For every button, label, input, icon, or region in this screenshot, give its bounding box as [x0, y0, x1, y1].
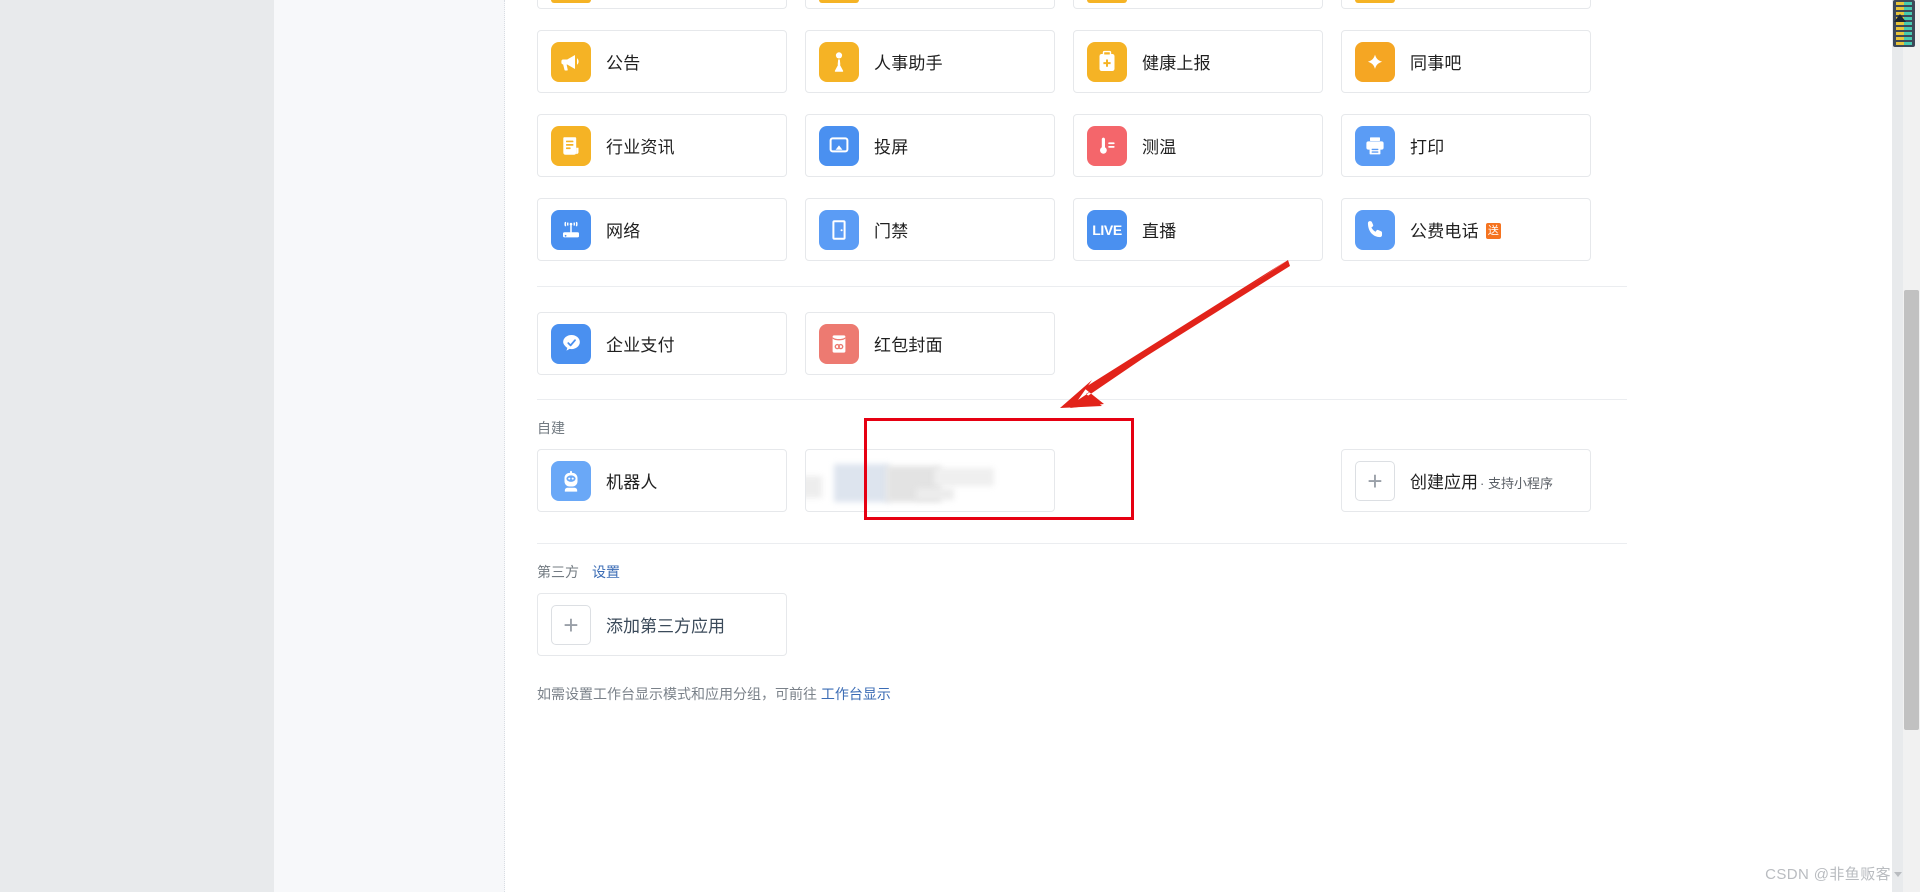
app-card-renshizhushou[interactable]: 人事助手 [805, 30, 1055, 93]
create-app-label: 创建应用 · 支持小程序 [1410, 468, 1553, 493]
divider [537, 399, 1627, 400]
app-label: 健康上报 [1142, 54, 1211, 73]
redacted-blur [806, 476, 822, 498]
watermark: CSDN @非鱼贩客 [1765, 863, 1902, 884]
workbench-display-link[interactable]: 工作台显示 [821, 686, 891, 702]
red-packet-icon [819, 323, 859, 364]
door-icon [819, 209, 859, 250]
clipboard-plus-icon [1087, 41, 1127, 82]
app-card-qiyezhifu[interactable]: 企业支付 [537, 312, 787, 375]
partial-icon-stub [551, 0, 591, 3]
footer-note: 如需设置工作台显示模式和应用分组，可前往 工作台显示 [537, 684, 1892, 704]
self-built-section-title: 自建 [537, 420, 565, 436]
divider [537, 286, 1627, 287]
create-app-button[interactable]: + 创建应用 · 支持小程序 [1341, 449, 1591, 512]
app-grid: 公告 人事助手 健康上报 同事吧 行业资讯 投屏 测温 打印 网络 门禁 LIV… [537, 30, 1627, 261]
partial-card[interactable] [537, 0, 787, 9]
plus-icon: + [1355, 460, 1395, 501]
third-party-grid: + 添加第三方应用 [537, 593, 1627, 656]
app-card-gongfeidianhua[interactable]: 公费电话送 [1341, 198, 1591, 261]
app-label: 行业资讯 [606, 138, 675, 157]
app-label: 机器人 [606, 473, 658, 492]
app-card-tongshiba[interactable]: 同事吧 [1341, 30, 1591, 93]
partial-top-row [537, 0, 1627, 9]
partial-card[interactable] [1341, 0, 1591, 9]
page-scrollbar-thumb[interactable] [1904, 290, 1919, 730]
app-label: 测温 [1142, 138, 1177, 157]
app-card-touping[interactable]: 投屏 [805, 114, 1055, 177]
create-app-sub-text: · 支持小程序 [1480, 476, 1553, 491]
plus-icon: + [551, 604, 591, 645]
third-party-section-title: 第三方 设置 [537, 562, 1892, 582]
airplay-icon [819, 125, 859, 166]
grid-empty-cell [1073, 449, 1323, 512]
app-card-menjin[interactable]: 门禁 [805, 198, 1055, 261]
add-third-party-label: 添加第三方应用 [606, 617, 725, 636]
app-label: 公告 [606, 54, 641, 73]
app-card-jiqiren[interactable]: 机器人 [537, 449, 787, 512]
clover-icon [1355, 41, 1395, 82]
divider [537, 543, 1627, 544]
app-card-hongbaofengmian[interactable]: 红包封面 [805, 312, 1055, 375]
app-card-redacted[interactable] [805, 449, 1055, 512]
router-wifi-icon [551, 209, 591, 250]
app-label: 直播 [1142, 222, 1177, 241]
window-scrollbar-thumb[interactable] [1893, 0, 1915, 47]
person-icon [819, 41, 859, 82]
page-scrollbar-track[interactable] [1903, 0, 1920, 892]
megaphone-icon [551, 41, 591, 82]
app-label: 企业支付 [606, 336, 675, 355]
app-card-hangyezixun[interactable]: 行业资讯 [537, 114, 787, 177]
partial-card[interactable] [805, 0, 1055, 9]
partial-icon-stub [1355, 0, 1395, 3]
third-party-settings-link[interactable]: 设置 [592, 564, 620, 580]
app-label: 公费电话送 [1410, 217, 1502, 242]
printer-icon [1355, 125, 1395, 166]
app-card-zhibo[interactable]: LIVE 直播 [1073, 198, 1323, 261]
content-pane: 公告 人事助手 健康上报 同事吧 行业资讯 投屏 测温 打印 网络 门禁 LIV… [505, 0, 1892, 892]
left-sidebar-pane [274, 0, 505, 892]
thermometer-icon [1087, 125, 1127, 166]
third-party-title-text: 第三方 [537, 564, 579, 580]
app-label: 人事助手 [874, 54, 943, 73]
add-third-party-app-button[interactable]: + 添加第三方应用 [537, 593, 787, 656]
app-card-gonggao[interactable]: 公告 [537, 30, 787, 93]
app-label: 门禁 [874, 222, 909, 241]
app-label: 投屏 [874, 138, 909, 157]
live-text-icon: LIVE [1087, 209, 1127, 250]
self-built-grid: 机器人 + 创建应用 · 支持小程序 [537, 449, 1627, 512]
redacted-blur [934, 468, 994, 486]
partial-icon-stub [1087, 0, 1127, 3]
redacted-blur [916, 488, 954, 500]
partial-card[interactable] [1073, 0, 1323, 9]
app-label-text: 公费电话 [1410, 222, 1479, 241]
window-left-gutter [0, 0, 274, 892]
app-card-dayin[interactable]: 打印 [1341, 114, 1591, 177]
pay-grid: 企业支付 红包封面 [537, 312, 1627, 375]
app-label: 同事吧 [1410, 54, 1462, 73]
robot-icon [551, 460, 591, 501]
redacted-blur [834, 464, 889, 502]
app-card-jiankangshangbao[interactable]: 健康上报 [1073, 30, 1323, 93]
phone-icon [1355, 209, 1395, 250]
scroll-up-arrow-icon[interactable] [1894, 14, 1906, 22]
app-label: 网络 [606, 222, 641, 241]
news-icon [551, 125, 591, 166]
app-label: 打印 [1410, 138, 1445, 157]
status-badge: 送 [1485, 223, 1502, 239]
caret-down-icon [1894, 872, 1902, 877]
create-app-main-text: 创建应用 [1410, 473, 1478, 492]
app-card-wangluo[interactable]: 网络 [537, 198, 787, 261]
apps-section: 公告 人事助手 健康上报 同事吧 行业资讯 投屏 测温 打印 网络 门禁 LIV… [505, 0, 1892, 704]
app-card-cewen[interactable]: 测温 [1073, 114, 1323, 177]
app-label: 红包封面 [874, 336, 943, 355]
footer-note-text: 如需设置工作台显示模式和应用分组，可前往 [537, 686, 817, 702]
screen: 公告 人事助手 健康上报 同事吧 行业资讯 投屏 测温 打印 网络 门禁 LIV… [0, 0, 1920, 892]
watermark-text: CSDN @非鱼贩客 [1765, 866, 1891, 883]
partial-icon-stub [819, 0, 859, 3]
wechat-pay-icon [551, 323, 591, 364]
